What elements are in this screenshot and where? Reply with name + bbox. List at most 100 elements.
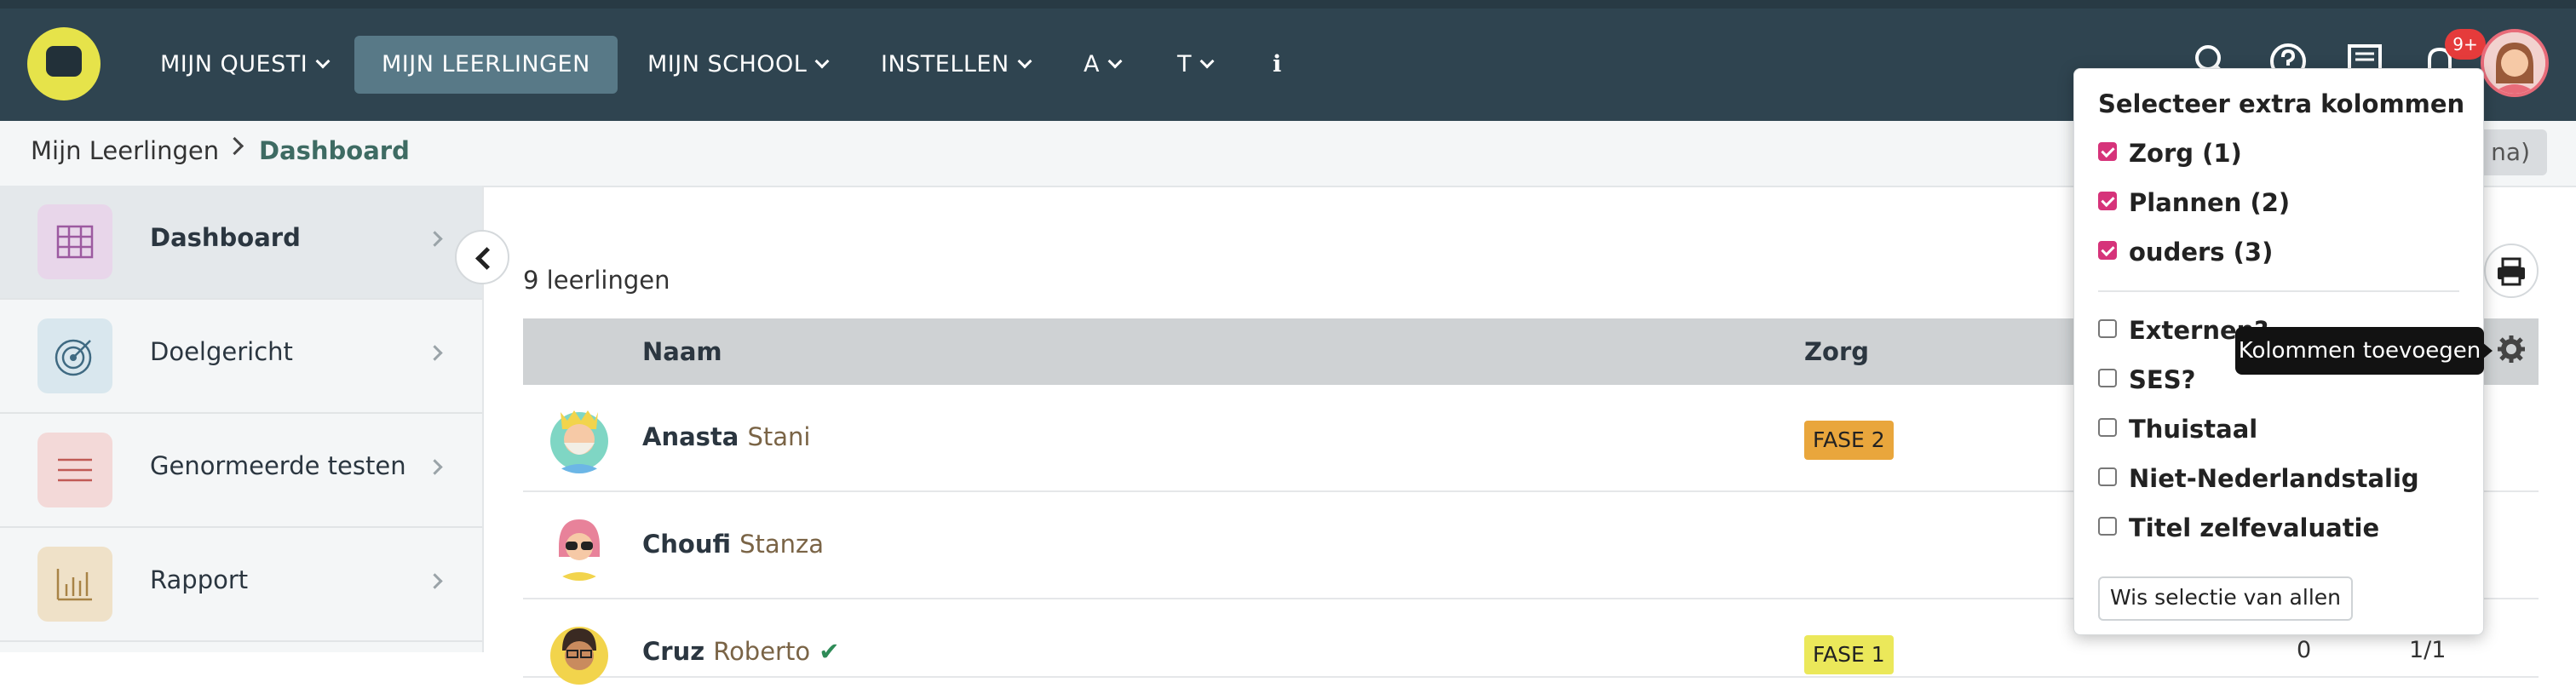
notification-badge: 9+ <box>2445 29 2486 60</box>
column-option-label: SES? <box>2129 365 2196 394</box>
nav-a-label: A <box>1084 51 1100 77</box>
info-icon: ℹ <box>1273 51 1282 77</box>
nav-instellen[interactable]: INSTELLEN <box>881 36 1032 94</box>
target-icon-svg <box>55 339 92 376</box>
column-header-naam[interactable]: Naam <box>642 337 722 366</box>
checkbox-unchecked[interactable] <box>2098 369 2117 387</box>
student-last-name: Stani <box>747 422 811 451</box>
student-last-name: Stanza <box>739 530 825 559</box>
checkbox-unchecked[interactable] <box>2098 319 2117 338</box>
student-name[interactable]: Cruz Roberto ✔ <box>642 637 840 666</box>
sidebar-item-label: Rapport <box>150 565 249 594</box>
column-option-zorg[interactable]: Zorg (1) <box>2098 139 2242 173</box>
student-avatar <box>543 616 615 688</box>
student-avatar-image <box>550 519 608 581</box>
column-option-label: ouders (3) <box>2129 238 2274 267</box>
column-option-thuistaal[interactable]: Thuistaal <box>2098 415 2257 449</box>
nav-mijn-questi[interactable]: MIJN QUESTI <box>160 36 331 94</box>
column-option-ses[interactable]: SES? <box>2098 365 2195 399</box>
checkbox-unchecked[interactable] <box>2098 467 2117 486</box>
bar-chart-icon-svg <box>56 569 92 601</box>
nav-mijn-leerlingen-label: MIJN LEERLINGEN <box>382 51 590 77</box>
popover-title: Selecteer extra kolommen <box>2098 89 2465 118</box>
sidebar-item-label: Doelgericht <box>150 337 293 366</box>
nav-mijn-questi-label: MIJN QUESTI <box>160 51 308 77</box>
column-option-label: Niet-Nederlandstalig <box>2129 464 2419 493</box>
bar-chart-icon <box>37 547 112 622</box>
grid-icon <box>37 204 112 279</box>
checkbox-checked[interactable] <box>2098 192 2117 210</box>
student-avatar <box>543 402 615 473</box>
tooltip: Kolommen toevoegen <box>2235 327 2493 375</box>
nav-mijn-school[interactable]: MIJN SCHOOL <box>647 36 830 94</box>
user-avatar[interactable] <box>2481 29 2549 97</box>
nav-instellen-label: INSTELLEN <box>881 51 1009 77</box>
checkbox-unchecked[interactable] <box>2098 517 2117 536</box>
logo-inner-mark <box>46 46 82 77</box>
column-header-zorg[interactable]: Zorg <box>1804 337 1869 366</box>
nav-t[interactable]: T <box>1177 36 1215 94</box>
status-badge: FASE 2 <box>1804 421 1894 460</box>
printer-icon <box>2498 257 2525 286</box>
chevron-right-icon <box>427 231 443 247</box>
top-accent-line <box>0 0 2576 9</box>
gear-icon[interactable] <box>2496 334 2527 364</box>
divider <box>2098 290 2459 292</box>
breadcrumb-dashboard: Dashboard <box>259 136 410 165</box>
questi-logo[interactable] <box>27 27 101 100</box>
chevron-down-icon <box>1199 54 1215 69</box>
student-avatar <box>543 509 615 581</box>
checkbox-checked[interactable] <box>2098 142 2117 161</box>
sidebar: Dashboard Doelgericht Genormeerde testen <box>0 186 484 652</box>
nav-info[interactable]: ℹ <box>1273 36 1282 94</box>
column-option-niet-nederlandstalig[interactable]: Niet-Nederlandstalig <box>2098 464 2419 498</box>
target-icon <box>37 318 112 393</box>
student-first-name: Cruz <box>642 637 705 666</box>
chevron-right-icon <box>427 459 443 475</box>
table-cell-value: 0 <box>2297 637 2312 663</box>
status-badge: FASE 1 <box>1804 635 1894 674</box>
sidebar-item-dashboard[interactable]: Dashboard <box>0 186 482 300</box>
column-option-label: Titel zelfevaluatie <box>2129 513 2380 542</box>
chevron-right-icon <box>427 573 443 589</box>
sidebar-item-label: Genormeerde testen <box>150 451 406 480</box>
chevron-down-icon <box>814 54 830 69</box>
student-avatar-image <box>550 410 608 473</box>
student-count: 9 leerlingen <box>523 266 670 295</box>
breadcrumb-mijn-leerlingen[interactable]: Mijn Leerlingen <box>31 136 219 165</box>
student-last-name: Roberto <box>713 637 811 666</box>
column-option-ouders[interactable]: ouders (3) <box>2098 238 2273 272</box>
table-cell-value: 1/1 <box>2409 637 2447 663</box>
grid-icon-svg <box>56 225 94 259</box>
clear-selection-button[interactable]: Wis selectie van allen <box>2098 576 2353 621</box>
user-avatar-image <box>2484 32 2545 94</box>
column-option-titel-zelfevaluatie[interactable]: Titel zelfevaluatie <box>2098 513 2379 548</box>
checkbox-unchecked[interactable] <box>2098 418 2117 437</box>
column-option-label: Zorg (1) <box>2129 139 2242 168</box>
checkbox-checked[interactable] <box>2098 241 2117 260</box>
sidebar-item-genormeerde-testen[interactable]: Genormeerde testen <box>0 414 482 528</box>
sidebar-item-rapport[interactable]: Rapport <box>0 528 482 642</box>
column-option-label: Thuistaal <box>2129 415 2258 444</box>
chevron-down-icon <box>315 54 331 69</box>
nav-a[interactable]: A <box>1084 36 1123 94</box>
chevron-right-icon <box>427 345 443 361</box>
print-button[interactable] <box>2484 244 2539 298</box>
nav-mijn-leerlingen[interactable]: MIJN LEERLINGEN <box>354 36 618 94</box>
nav-mijn-school-label: MIJN SCHOOL <box>647 51 808 77</box>
student-first-name: Choufi <box>642 530 731 559</box>
sidebar-item-label: Dashboard <box>150 223 301 252</box>
column-option-plannen[interactable]: Plannen (2) <box>2098 188 2290 222</box>
nav-t-label: T <box>1177 51 1192 77</box>
student-name[interactable]: Anasta Stani <box>642 422 810 451</box>
student-name[interactable]: Choufi Stanza <box>642 530 824 559</box>
lines-icon <box>37 433 112 507</box>
student-first-name: Anasta <box>642 422 739 451</box>
student-avatar-image <box>550 627 608 685</box>
chevron-down-icon <box>1107 54 1123 69</box>
sidebar-item-doelgericht[interactable]: Doelgericht <box>0 300 482 414</box>
chevron-left-icon <box>475 247 498 270</box>
collapse-sidebar-button[interactable] <box>455 230 509 284</box>
check-icon: ✔ <box>810 637 840 666</box>
chevron-down-icon <box>1017 54 1032 69</box>
